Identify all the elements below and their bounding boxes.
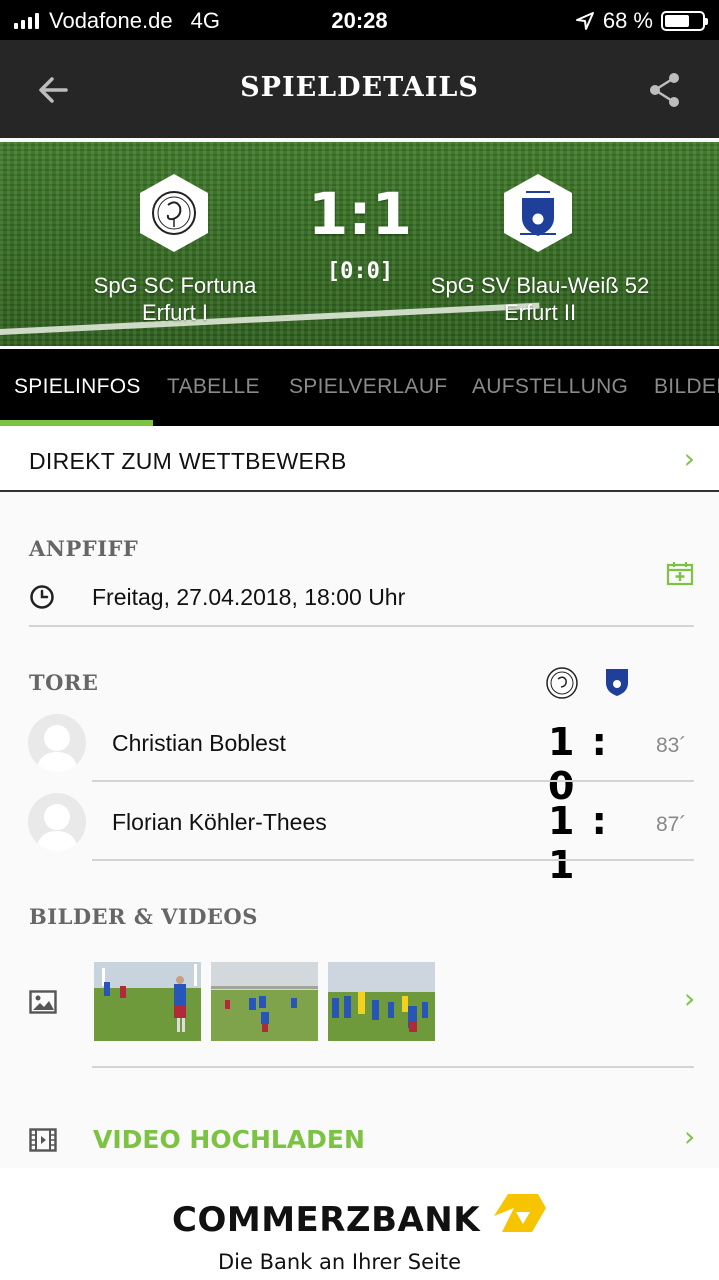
status-bar: Vodafone.de 4G 20:28 68 % (0, 0, 719, 40)
ad-banner[interactable]: COMMERZBANK Die Bank an Ihrer Seite (0, 1168, 719, 1280)
media-divider (92, 1066, 694, 1068)
app-header: SPIELDETAILS (0, 40, 719, 138)
location-arrow-icon (575, 12, 594, 30)
tab-tabelle[interactable]: TABELLE (167, 375, 260, 399)
chevron-right-icon: › (683, 442, 695, 475)
status-right: 68 % (575, 8, 708, 34)
page-title: SPIELDETAILS (240, 72, 479, 103)
away-team-name[interactable]: SpG SV Blau-Weiß 52 Erfurt II (430, 272, 650, 326)
share-icon[interactable] (647, 70, 683, 110)
home-team-crest-icon[interactable] (138, 172, 210, 254)
goal-score: 1 : 1 (548, 799, 609, 887)
commerzbank-logo-icon (494, 1194, 546, 1232)
tab-aufstellung[interactable]: AUFSTELLUNG (472, 375, 628, 399)
avatar (28, 793, 86, 851)
goal-divider (92, 859, 694, 861)
ad-brand: COMMERZBANK (172, 1200, 481, 1240)
avatar (28, 714, 86, 772)
image-icon (29, 990, 57, 1014)
home-team-small-crest-icon (546, 667, 578, 699)
kickoff-heading: ANPFIFF (29, 536, 139, 561)
match-hero: SpG SC Fortuna Erfurt I 1:1 [0:0] SpG SV… (0, 142, 719, 346)
calendar-add-icon[interactable] (666, 560, 694, 586)
competition-link-label: DIREKT ZUM WETTBEWERB (29, 448, 347, 474)
photo-thumbnail[interactable] (211, 962, 318, 1041)
kickoff-divider (29, 625, 694, 627)
goal-minute: 87´ (656, 813, 687, 836)
photo-thumbnail[interactable] (328, 962, 435, 1041)
competition-link[interactable]: DIREKT ZUM WETTBEWERB › (0, 426, 719, 492)
chevron-right-icon[interactable]: › (684, 1120, 695, 1153)
goal-scorer-name[interactable]: Christian Boblest (112, 730, 286, 757)
tab-bar: SPIELINFOS TABELLE SPIELVERLAUF AUFSTELL… (0, 349, 719, 426)
goal-score: 1 : 0 (548, 720, 609, 808)
kickoff-datetime: Freitag, 27.04.2018, 18:00 Uhr (92, 584, 406, 610)
goal-minute: 83´ (656, 734, 687, 757)
goals-heading: TORE (29, 670, 99, 695)
goal-scorer-name[interactable]: Florian Köhler-Thees (112, 809, 327, 836)
photo-thumbnail[interactable] (94, 962, 201, 1041)
video-icon (29, 1128, 57, 1152)
home-team-name[interactable]: SpG SC Fortuna Erfurt I (65, 272, 285, 326)
tab-spielverlauf[interactable]: SPIELVERLAUF (289, 375, 447, 399)
clock-icon (30, 585, 54, 609)
away-team-small-crest-icon (606, 669, 628, 696)
upload-video-button[interactable]: VIDEO HOCHLADEN (93, 1125, 365, 1154)
battery-percent: 68 % (602, 8, 653, 33)
ad-slogan: Die Bank an Ihrer Seite (218, 1250, 462, 1274)
chevron-right-icon[interactable]: › (684, 982, 695, 1015)
battery-icon (661, 11, 708, 31)
goal-divider (92, 780, 694, 782)
tab-spielinfos[interactable]: SPIELINFOS (14, 375, 141, 399)
halftime-score: [0:0] (326, 259, 394, 284)
final-score: 1:1 (308, 180, 412, 248)
tab-bilder[interactable]: BILDER (654, 375, 719, 399)
media-heading: BILDER & VIDEOS (29, 904, 258, 929)
away-team-crest-icon[interactable] (502, 172, 574, 254)
